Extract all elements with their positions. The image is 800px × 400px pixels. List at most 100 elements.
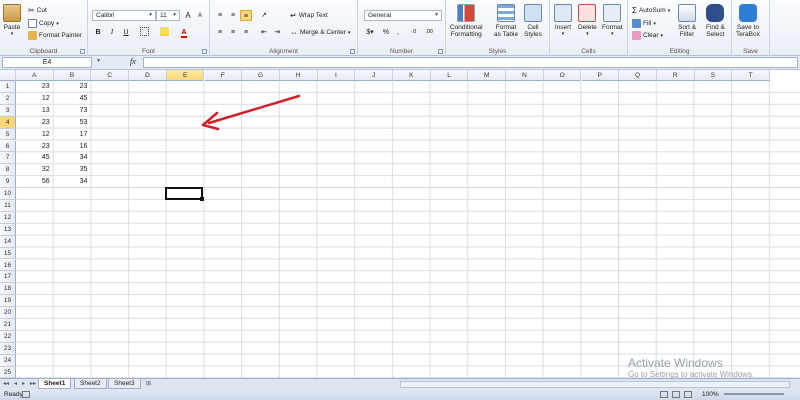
row-header-10[interactable]: 10: [0, 188, 16, 200]
next-sheet-icon[interactable]: ▸: [22, 380, 25, 387]
column-header-s[interactable]: S: [694, 70, 733, 81]
number-launcher[interactable]: [438, 49, 443, 54]
name-box-dropdown-icon[interactable]: ▼: [96, 58, 101, 64]
copy-button[interactable]: Copy ▾: [28, 19, 59, 28]
underline-button[interactable]: U: [120, 27, 132, 38]
row-header-14[interactable]: 14: [0, 235, 16, 248]
row-header-16[interactable]: 16: [0, 259, 16, 272]
cell-b9[interactable]: 34: [57, 178, 88, 185]
page-break-icon[interactable]: [684, 391, 692, 398]
column-header-i[interactable]: I: [317, 70, 356, 81]
format-painter-button[interactable]: Format Painter: [28, 31, 82, 40]
normal-view-icon[interactable]: [660, 391, 668, 398]
select-all-corner[interactable]: [0, 70, 16, 81]
cell-styles-button[interactable]: Cell Styles: [524, 4, 542, 38]
autosum-button[interactable]: Σ AutoSum ▾: [632, 6, 670, 15]
cell-b1[interactable]: 23: [57, 83, 88, 90]
fill-button[interactable]: Fill ▾: [632, 19, 656, 28]
decrease-decimal-button[interactable]: .00: [423, 27, 435, 38]
increase-indent-icon[interactable]: ⇥: [271, 27, 283, 38]
row-header-6[interactable]: 6: [0, 140, 16, 153]
grow-font-button[interactable]: A: [182, 10, 194, 21]
cell-a9[interactable]: 56: [20, 178, 50, 185]
row-header-22[interactable]: 22: [0, 330, 16, 343]
column-header-p[interactable]: P: [581, 70, 620, 81]
fill-color-button[interactable]: [158, 27, 170, 38]
row-header-12[interactable]: 12: [0, 211, 16, 224]
cell-a4[interactable]: 23: [20, 119, 50, 126]
column-header-q[interactable]: Q: [619, 70, 657, 81]
cell-b5[interactable]: 17: [57, 131, 88, 138]
row-header-8[interactable]: 8: [0, 164, 16, 177]
find-select-button[interactable]: Find & Select: [706, 4, 725, 38]
column-header-l[interactable]: L: [430, 70, 469, 81]
orientation-icon[interactable]: ↗: [258, 10, 270, 21]
sheet-tab-2[interactable]: Sheet2: [74, 379, 107, 389]
align-center-icon[interactable]: ≡: [227, 27, 239, 38]
column-header-g[interactable]: G: [242, 70, 280, 81]
row-header-20[interactable]: 20: [0, 307, 16, 319]
cell-a3[interactable]: 13: [20, 107, 50, 114]
column-header-t[interactable]: T: [732, 70, 770, 81]
insert-sheet-icon[interactable]: ⊞: [146, 380, 151, 387]
cell-a6[interactable]: 23: [20, 143, 50, 150]
cell-b6[interactable]: 16: [57, 143, 88, 150]
column-header-e[interactable]: E: [166, 70, 205, 81]
borders-button[interactable]: [138, 27, 150, 38]
italic-button[interactable]: I: [106, 27, 118, 38]
column-header-r[interactable]: R: [656, 70, 695, 81]
conditional-formatting-button[interactable]: Conditional Formatting: [450, 4, 483, 38]
row-header-13[interactable]: 13: [0, 223, 16, 236]
alignment-launcher[interactable]: [350, 49, 355, 54]
cell-a2[interactable]: 12: [20, 95, 50, 102]
paste-button[interactable]: Paste ▾: [3, 4, 21, 38]
row-header-7[interactable]: 7: [0, 152, 16, 165]
name-box[interactable]: E4: [2, 57, 92, 68]
macro-record-icon[interactable]: [22, 391, 30, 398]
column-header-n[interactable]: N: [506, 70, 544, 81]
zoom-level[interactable]: 100%: [702, 389, 719, 400]
horizontal-scrollbar[interactable]: [400, 381, 790, 388]
merge-center-button[interactable]: ⇔ Merge & Center ▾: [290, 28, 350, 37]
increase-decimal-button[interactable]: .0: [408, 27, 420, 38]
row-header-1[interactable]: 1: [0, 81, 16, 93]
cut-button[interactable]: ✂ Cut: [28, 6, 47, 15]
percent-button[interactable]: %: [380, 27, 392, 38]
column-header-m[interactable]: M: [468, 70, 507, 81]
column-header-b[interactable]: B: [53, 70, 92, 81]
cell-a7[interactable]: 45: [20, 154, 50, 161]
bold-button[interactable]: B: [92, 27, 104, 38]
font-launcher[interactable]: [202, 49, 207, 54]
row-header-15[interactable]: 15: [0, 247, 16, 260]
cell-a8[interactable]: 32: [20, 166, 50, 173]
zoom-slider[interactable]: [724, 393, 784, 395]
cell-a5[interactable]: 12: [20, 131, 50, 138]
row-header-19[interactable]: 19: [0, 295, 16, 308]
row-header-3[interactable]: 3: [0, 104, 16, 117]
row-header-25[interactable]: 25: [0, 366, 16, 379]
row-header-9[interactable]: 9: [0, 176, 16, 189]
column-header-j[interactable]: J: [355, 70, 393, 81]
clipboard-launcher[interactable]: [80, 49, 85, 54]
first-sheet-icon[interactable]: ◂◂: [3, 380, 9, 387]
row-header-17[interactable]: 17: [0, 271, 16, 284]
format-as-table-button[interactable]: Format as Table: [494, 4, 518, 38]
page-layout-icon[interactable]: [672, 391, 680, 398]
cell-b3[interactable]: 73: [57, 107, 88, 114]
row-header-11[interactable]: 11: [0, 200, 16, 212]
number-format-select[interactable]: General ▼: [364, 10, 442, 21]
row-header-24[interactable]: 24: [0, 354, 16, 367]
column-header-o[interactable]: O: [543, 70, 582, 81]
column-header-k[interactable]: K: [393, 70, 431, 81]
wrap-text-button[interactable]: ↵ Wrap Text: [290, 11, 328, 20]
font-size-select[interactable]: 11 ▼: [156, 10, 180, 21]
cell-b4[interactable]: 53: [57, 119, 88, 126]
column-header-a[interactable]: A: [16, 70, 54, 81]
decrease-indent-icon[interactable]: ⇤: [258, 27, 270, 38]
column-header-h[interactable]: H: [279, 70, 318, 81]
row-header-5[interactable]: 5: [0, 128, 16, 141]
format-button[interactable]: Format ▾: [602, 4, 623, 38]
row-header-18[interactable]: 18: [0, 283, 16, 296]
save-to-terabox-button[interactable]: Save to TeraBox: [736, 4, 760, 38]
align-top-icon[interactable]: ≡: [214, 10, 226, 21]
